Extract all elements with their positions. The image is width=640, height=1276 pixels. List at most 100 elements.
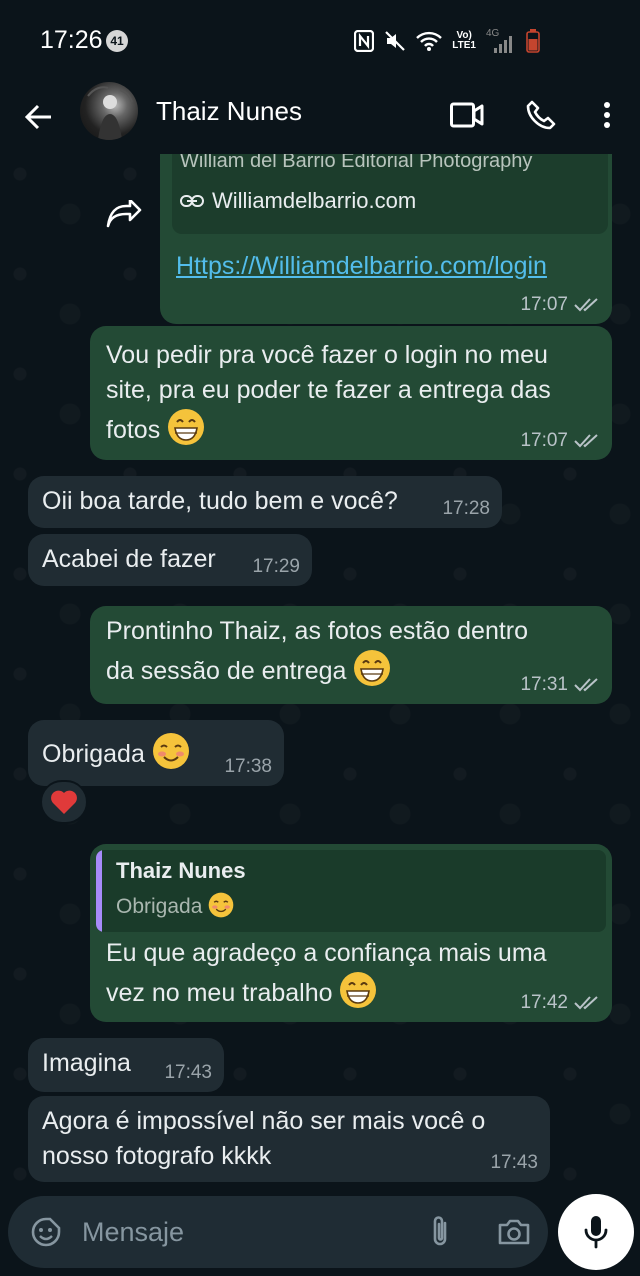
double-check-icon [574,678,598,692]
message-text: Obrigada [42,732,190,772]
double-check-icon [574,434,598,448]
double-check-icon [574,298,598,312]
message-time: 17:42 [520,992,568,1013]
message-line-text: fotos [106,416,161,444]
back-button[interactable] [18,92,58,142]
message-line: Eu que agradeço a confiança mais uma [106,939,547,967]
message-reaction[interactable] [40,780,88,824]
message-text: Oii boa tarde, tudo bem e você? [42,487,398,515]
message-bubble-outgoing[interactable]: Vou pedir pra você fazer o login no meu … [90,326,612,460]
message-meta: 17:07 [520,430,600,452]
emoji-icon [31,1217,61,1247]
grinning-face-emoji [340,972,377,1008]
grinning-face-emoji [354,650,391,686]
message-text: Imagina [42,1049,131,1077]
message-meta: 17:31 [520,674,600,696]
attach-button[interactable] [418,1210,462,1254]
message-line-text: vez no meu trabalho [106,979,333,1007]
message-time: 17:29 [252,556,300,577]
message-bubble-outgoing[interactable]: Thaiz Nunes Obrigada Eu que agradeço a c… [90,844,612,1022]
message-line: site, pra eu poder te fazer a entrega da… [106,376,551,404]
notification-count-badge: 41 [106,30,128,52]
phone-call-icon [526,100,556,130]
grinning-face-emoji [168,409,205,445]
message-meta: 17:43 [164,1062,212,1084]
battery-icon [526,29,540,53]
link-icon [180,195,204,207]
message-time: 17:28 [442,498,490,519]
video-call-button[interactable] [444,92,490,138]
message-bubble-incoming[interactable]: Agora é impossível não ser mais você o n… [28,1096,550,1182]
message-text: Agora é impossível não ser mais você o n… [42,1104,485,1174]
message-line: Prontinho Thaiz, as fotos estão dentro [106,617,529,645]
signal-icon: 4G [486,29,516,53]
message-line-text: Obrigada [42,740,145,768]
status-time: 17:26 [40,26,103,54]
more-vert-icon [604,102,610,128]
message-link[interactable]: Https://Williamdelbarrio.com/login [176,252,547,281]
message-line: da sessão de entrega [106,649,528,689]
message-meta: 17:07 [520,294,600,316]
message-meta: 17:38 [224,756,272,778]
message-bubble-incoming[interactable]: Oii boa tarde, tudo bem e você? 17:28 [28,476,502,528]
message-line-text: da sessão de entrega [106,657,347,685]
video-call-icon [450,102,484,128]
smiling-face-emoji [152,733,189,769]
emoji-button[interactable] [24,1210,68,1254]
message-time: 17:43 [490,1152,538,1173]
message-line: vez no meu trabalho [106,971,547,1011]
link-preview-domain: Williamdelbarrio.com [180,188,416,214]
message-line: Agora é impossível não ser mais você o [42,1107,486,1135]
wifi-icon [416,31,443,51]
message-time: 17:07 [520,430,568,451]
message-line: nosso fotografo kkkk [42,1142,272,1170]
reply-text-value: Obrigada [116,895,203,918]
volte-indicator: Vo) LTE1 [452,31,476,51]
mute-icon [385,31,406,51]
message-composer [8,1196,548,1268]
message-time: 17:43 [164,1062,212,1083]
attach-icon [433,1216,447,1246]
message-time: 17:31 [520,674,568,695]
message-input[interactable] [82,1212,402,1252]
reply-quote-bar [96,850,102,932]
message-bubble-outgoing[interactable]: William del Barrio Editorial Photography… [160,154,612,324]
mic-icon [584,1216,608,1249]
message-meta: 17:43 [490,1152,538,1174]
camera-icon [498,1219,530,1245]
link-domain-text: Williamdelbarrio.com [212,188,417,213]
contact-avatar[interactable] [80,82,138,140]
more-options-button[interactable] [584,92,630,138]
message-time: 17:07 [520,294,568,315]
voice-call-button[interactable] [518,92,564,138]
chat-header: Thaiz Nunes [0,80,640,154]
message-text: Acabei de fazer [42,545,216,573]
status-icons: Vo) LTE1 4G [354,28,540,54]
smiling-face-emoji [208,892,234,918]
message-line: Vou pedir pra você fazer o login no meu [106,341,548,369]
link-preview-title: William del Barrio Editorial Photography [180,154,533,172]
message-bubble-incoming[interactable]: Obrigada 17:38 [28,720,284,786]
message-meta: 17:29 [252,556,300,578]
message-bubble-incoming[interactable]: Imagina 17:43 [28,1038,224,1092]
back-arrow-icon [24,104,51,130]
message-text: Vou pedir pra você fazer o login no meu … [106,338,551,448]
contact-name[interactable]: Thaiz Nunes [156,96,302,127]
voice-message-button[interactable] [558,1194,634,1270]
message-meta: 17:42 [520,992,600,1014]
message-list[interactable]: William del Barrio Editorial Photography… [0,154,640,1196]
forward-icon[interactable] [106,200,142,230]
link-preview-card[interactable]: William del Barrio Editorial Photography… [172,154,608,234]
status-bar: 17:26 41 Vo) LTE1 4G [0,0,640,80]
message-text: Prontinho Thaiz, as fotos estão dentro d… [106,614,528,689]
nfc-icon [354,30,375,52]
double-check-icon [574,996,598,1010]
message-bubble-incoming[interactable]: Acabei de fazer 17:29 [28,534,312,586]
camera-button[interactable] [492,1210,536,1254]
message-bubble-outgoing[interactable]: Prontinho Thaiz, as fotos estão dentro d… [90,606,612,704]
message-time: 17:38 [224,756,272,777]
red-heart-icon [51,790,77,814]
message-text: Eu que agradeço a confiança mais uma vez… [106,936,547,1011]
reply-quote[interactable]: Thaiz Nunes Obrigada [96,850,606,932]
lte-label: LTE1 [452,40,476,51]
